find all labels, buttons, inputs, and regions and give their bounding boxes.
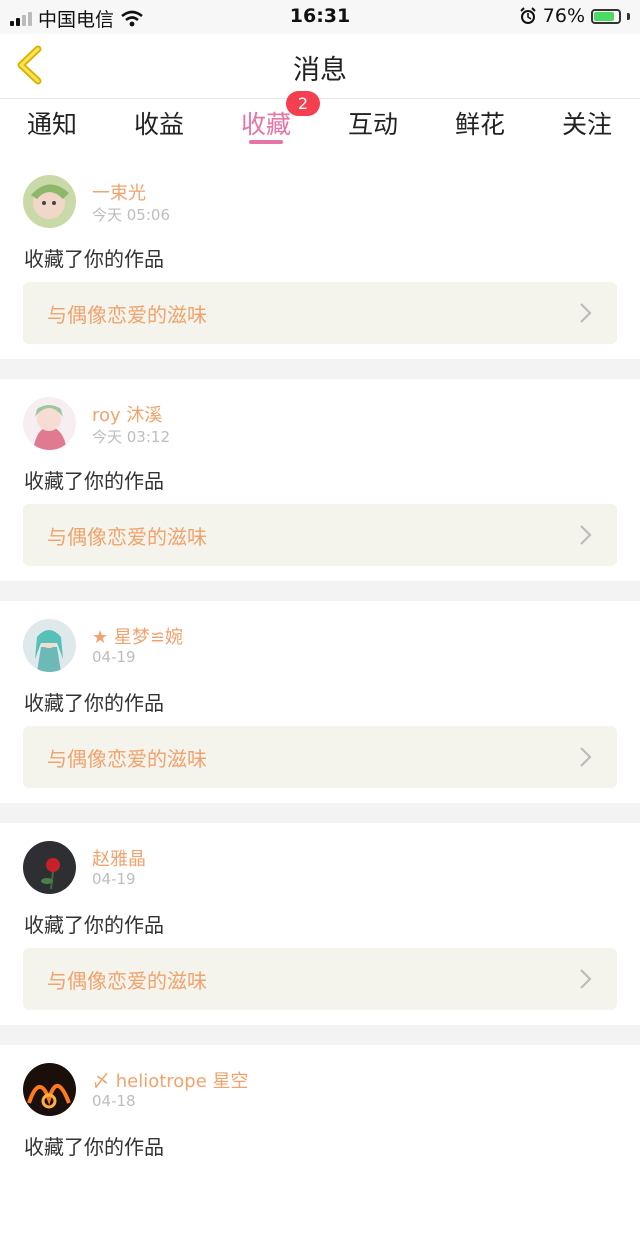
chevron-right-icon bbox=[580, 525, 592, 545]
work-link[interactable]: 与偶像恋爱的滋味 bbox=[23, 504, 617, 566]
tab-earnings[interactable]: 收益 bbox=[119, 105, 199, 141]
timestamp: 04-19 bbox=[92, 870, 136, 888]
avatar[interactable] bbox=[23, 1063, 76, 1116]
status-right: 76% bbox=[519, 5, 630, 27]
chevron-right-icon bbox=[580, 747, 592, 767]
action-text: 收藏了你的作品 bbox=[24, 1135, 164, 1159]
username[interactable]: ★ 星梦≌婉 bbox=[92, 623, 183, 649]
work-link[interactable]: 与偶像恋爱的滋味 bbox=[23, 282, 617, 344]
notification-item: 〆 heliotrope 星空 04-18 收藏了你的作品 bbox=[0, 1045, 640, 1247]
battery-tip bbox=[627, 12, 630, 20]
username[interactable]: 一束光 bbox=[92, 179, 146, 205]
notification-item: roy 沐溪 今天 03:12 收藏了你的作品 与偶像恋爱的滋味 bbox=[0, 379, 640, 581]
work-title: 与偶像恋爱的滋味 bbox=[47, 303, 207, 327]
battery-icon bbox=[591, 8, 621, 24]
separator bbox=[0, 1025, 640, 1045]
action-text: 收藏了你的作品 bbox=[24, 691, 164, 715]
avatar[interactable] bbox=[23, 397, 76, 450]
notification-feed: 一束光 今天 05:06 收藏了你的作品 与偶像恋爱的滋味 roy 沐溪 今天 … bbox=[0, 157, 640, 1247]
avatar[interactable] bbox=[23, 175, 76, 228]
avatar[interactable] bbox=[23, 841, 76, 894]
work-link[interactable]: 与偶像恋爱的滋味 bbox=[23, 948, 617, 1010]
tab-interaction[interactable]: 互动 bbox=[333, 105, 413, 141]
status-bar: 中国电信 16:31 76% bbox=[0, 0, 640, 34]
separator bbox=[0, 581, 640, 601]
timestamp: 今天 03:12 bbox=[92, 428, 170, 446]
separator bbox=[0, 359, 640, 379]
work-link[interactable]: 与偶像恋爱的滋味 bbox=[23, 726, 617, 788]
active-tab-indicator bbox=[249, 140, 283, 144]
username[interactable]: 赵雅晶 bbox=[92, 845, 146, 871]
page-title: 消息 bbox=[293, 55, 347, 86]
username[interactable]: 〆 heliotrope 星空 bbox=[92, 1067, 249, 1093]
tab-follow[interactable]: 关注 bbox=[547, 105, 627, 141]
action-text: 收藏了你的作品 bbox=[24, 913, 164, 937]
notification-item: ★ 星梦≌婉 04-19 收藏了你的作品 与偶像恋爱的滋味 bbox=[0, 601, 640, 803]
work-title: 与偶像恋爱的滋味 bbox=[47, 747, 207, 771]
timestamp: 04-18 bbox=[92, 1092, 136, 1110]
chevron-right-icon bbox=[580, 969, 592, 989]
notification-item: 赵雅晶 04-19 收藏了你的作品 与偶像恋爱的滋味 bbox=[0, 823, 640, 1025]
chevron-right-icon bbox=[580, 303, 592, 323]
action-text: 收藏了你的作品 bbox=[24, 469, 164, 493]
timestamp: 04-19 bbox=[92, 648, 136, 666]
nav-header: 消息 bbox=[0, 34, 640, 99]
work-title: 与偶像恋爱的滋味 bbox=[47, 969, 207, 993]
username[interactable]: roy 沐溪 bbox=[92, 401, 162, 427]
action-text: 收藏了你的作品 bbox=[24, 247, 164, 271]
work-title: 与偶像恋爱的滋味 bbox=[47, 525, 207, 549]
favorites-badge: 2 bbox=[286, 91, 320, 116]
avatar[interactable] bbox=[23, 619, 76, 672]
tab-bar: 通知 收益 收藏 互动 鲜花 关注 bbox=[0, 99, 640, 157]
notification-item: 一束光 今天 05:06 收藏了你的作品 与偶像恋爱的滋味 bbox=[0, 157, 640, 359]
timestamp: 今天 05:06 bbox=[92, 206, 170, 224]
tab-notice[interactable]: 通知 bbox=[12, 105, 92, 141]
separator bbox=[0, 803, 640, 823]
tab-flowers[interactable]: 鲜花 bbox=[440, 105, 520, 141]
battery-percent: 76% bbox=[542, 5, 585, 27]
alarm-icon bbox=[520, 7, 536, 24]
